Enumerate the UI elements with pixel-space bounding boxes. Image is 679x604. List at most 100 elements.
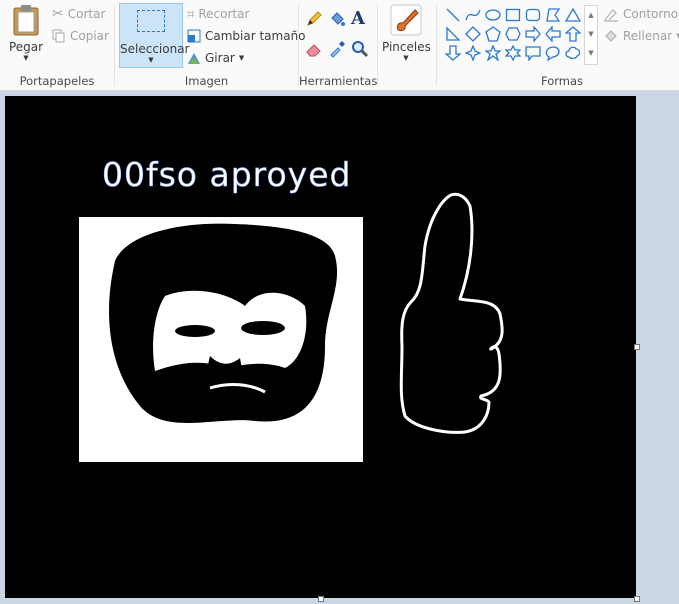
outline-button[interactable]: Contorno ▼: [603, 4, 679, 24]
resize-handle-bottom[interactable]: [318, 596, 324, 602]
scissors-icon: ✂: [52, 6, 64, 22]
shape-line[interactable]: [443, 5, 463, 24]
rotate-icon: [188, 53, 200, 64]
shape-star-five[interactable]: [483, 43, 503, 62]
shape-arrow-right[interactable]: [523, 24, 543, 43]
shape-callout-rect[interactable]: [523, 43, 543, 62]
paint-bucket-icon: [331, 12, 345, 26]
eraser-icon: [306, 44, 321, 57]
shape-hexagon[interactable]: [503, 24, 523, 43]
scroll-down-icon: ▼: [588, 30, 594, 38]
cut-button[interactable]: ✂ Cortar: [52, 4, 105, 24]
tools-group: A Herramientas: [299, 0, 377, 90]
crop-icon: ⌗: [187, 6, 195, 22]
oval-callout-shape-icon: [545, 45, 560, 61]
resize-handle-right[interactable]: [634, 344, 640, 350]
cloud-callout-shape-icon: [565, 46, 581, 59]
four-point-star-shape-icon: [465, 44, 481, 61]
shapes-group-label: Formas: [540, 74, 583, 88]
shape-polygon[interactable]: [543, 5, 563, 24]
text-a-icon: A: [351, 8, 365, 29]
rounded-rectangle-shape-icon: [525, 8, 541, 21]
shapes-gallery: [443, 5, 583, 61]
curve-shape-icon: [465, 9, 481, 20]
shape-rounded-rectangle[interactable]: [523, 5, 543, 24]
paste-dropdown-icon[interactable]: ▼: [6, 54, 46, 63]
shape-diamond[interactable]: [463, 24, 483, 43]
ribbon: Pegar ▼ ✂ Cortar Copiar Portapapeles Sel…: [0, 0, 679, 91]
shape-callout-cloud[interactable]: [563, 43, 583, 62]
brushes-dropdown-icon[interactable]: ▼: [382, 54, 430, 63]
paste-button[interactable]: Pegar ▼: [6, 4, 46, 66]
select-button[interactable]: Seleccionar ▼: [119, 3, 190, 68]
arrow-down-shape-icon: [445, 44, 461, 61]
eyedropper-icon: [330, 41, 345, 58]
shape-arrow-left[interactable]: [543, 24, 563, 43]
polygon-shape-icon: [546, 7, 561, 22]
rotate-button[interactable]: Girar ▼: [187, 48, 244, 68]
image-group-label: Imagen: [184, 74, 229, 88]
copy-icon: [52, 29, 65, 43]
shape-triangle[interactable]: [563, 5, 583, 24]
eraser-tool[interactable]: [305, 40, 323, 61]
shape-curve[interactable]: [463, 5, 483, 24]
shape-oval[interactable]: [483, 5, 503, 24]
shape-pentagon[interactable]: [483, 24, 503, 43]
paste-label: Pegar: [8, 40, 44, 54]
select-dropdown-icon[interactable]: ▼: [120, 56, 182, 65]
right-triangle-shape-icon: [446, 25, 461, 41]
arrow-right-shape-icon: [525, 25, 541, 42]
shape-star-six[interactable]: [503, 43, 523, 62]
fill-button[interactable]: Rellenar ▼: [603, 26, 679, 46]
pencil-tool[interactable]: [305, 10, 323, 31]
shape-arrow-down[interactable]: [443, 43, 463, 62]
pentagon-shape-icon: [485, 25, 501, 42]
clipboard-group: Pegar ▼ ✂ Cortar Copiar Portapapeles: [0, 0, 114, 90]
outline-icon: [604, 9, 618, 22]
resize-icon: [187, 29, 201, 43]
resize-button[interactable]: Cambiar tamaño: [187, 26, 306, 46]
canvas-drawing: 00fso aproyed: [79, 155, 504, 462]
select-rectangle-icon: [137, 10, 165, 32]
magnifier-tool[interactable]: [351, 40, 369, 61]
rectangle-shape-icon: [505, 8, 521, 21]
crop-button[interactable]: ⌗ Recortar: [187, 4, 249, 24]
image-group: Seleccionar ▼ ⌗ Recortar Cambiar tamaño …: [115, 0, 306, 90]
text-tool[interactable]: A: [351, 8, 365, 29]
six-point-star-shape-icon: [505, 44, 521, 61]
fill-tool[interactable]: [328, 10, 346, 31]
shapes-scrollbar[interactable]: ▲ ▼ ▼: [584, 5, 598, 65]
brush-icon: [390, 4, 422, 36]
rectangle-callout-shape-icon: [525, 45, 541, 61]
expand-icon: ▼: [588, 49, 594, 57]
five-point-star-shape-icon: [485, 44, 501, 61]
drawing-canvas[interactable]: 00fso aproyed: [5, 96, 636, 598]
tools-group-label: Herramientas: [299, 74, 378, 88]
brushes-group: Pinceles ▼: [378, 0, 434, 90]
resize-handle-corner[interactable]: [634, 596, 640, 602]
fill-bucket-icon: [605, 30, 617, 42]
shape-right-triangle[interactable]: [443, 24, 463, 43]
arrow-up-shape-icon: [565, 25, 581, 42]
canvas-caption: 00fso aproyed: [102, 155, 351, 194]
line-shape-icon: [446, 8, 460, 21]
diamond-shape-icon: [465, 25, 481, 42]
magnifier-icon: [352, 41, 369, 58]
clipboard-icon: [13, 5, 39, 36]
brushes-label: Pinceles: [382, 40, 431, 54]
copy-button[interactable]: Copiar: [52, 26, 109, 46]
rotate-dropdown-icon[interactable]: ▼: [239, 54, 244, 62]
color-picker-tool[interactable]: [328, 40, 346, 61]
shape-callout-oval[interactable]: [543, 43, 563, 62]
triangle-shape-icon: [565, 7, 581, 22]
shape-rectangle[interactable]: [503, 5, 523, 24]
brushes-button[interactable]: Pinceles ▼: [382, 4, 431, 66]
oval-shape-icon: [485, 8, 501, 21]
select-label: Seleccionar: [120, 42, 190, 56]
shape-star-four[interactable]: [463, 43, 483, 62]
hexagon-shape-icon: [505, 26, 521, 41]
arrow-left-shape-icon: [545, 25, 561, 42]
clipboard-group-label: Portapapeles: [19, 74, 95, 88]
pencil-icon: [307, 11, 322, 26]
shape-arrow-up[interactable]: [563, 24, 583, 43]
